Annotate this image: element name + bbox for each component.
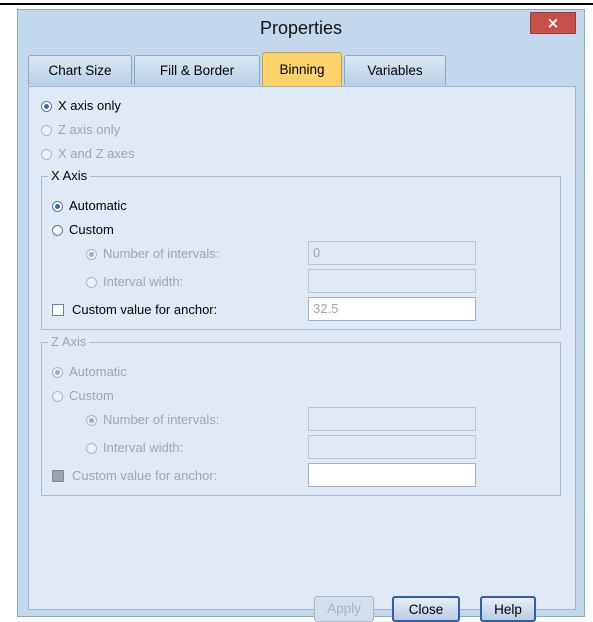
properties-dialog: Properties × Chart Size Fill & Border Bi… — [17, 9, 585, 622]
z-number-of-intervals-input — [308, 407, 476, 431]
help-button[interactable]: Help — [480, 596, 536, 622]
tab-variables[interactable]: Variables — [344, 55, 446, 85]
z-axis-group: Z Axis Automatic Custom Number of interv… — [41, 334, 561, 496]
z-anchor-label: Custom value for anchor: — [72, 468, 218, 483]
dialog-title: Properties — [259, 18, 343, 38]
x-anchor-input[interactable]: 32.5 — [308, 297, 476, 321]
radio-x-and-z-label: X and Z axes — [58, 146, 135, 161]
radio-button-icon — [52, 367, 63, 378]
x-interval-width-label: Interval width: — [103, 274, 184, 289]
radio-button-icon — [52, 225, 63, 236]
z-custom-label: Custom — [69, 388, 114, 403]
radio-x-number-of-intervals: Number of intervals: — [86, 245, 219, 263]
radio-button-icon — [86, 415, 97, 426]
x-anchor-label: Custom value for anchor: — [72, 302, 218, 317]
x-num-intervals-label: Number of intervals: — [103, 246, 220, 261]
radio-button-icon — [41, 149, 52, 160]
x-interval-width-input — [308, 269, 476, 293]
close-button[interactable]: Close — [392, 596, 460, 622]
z-axis-group-label: Z Axis — [48, 334, 90, 349]
tab-binning[interactable]: Binning — [262, 52, 342, 86]
radio-x-custom[interactable]: Custom — [52, 221, 114, 239]
binning-panel: X axis only Z axis only X and Z axes X A… — [28, 86, 576, 610]
radio-z-number-of-intervals: Number of intervals: — [86, 411, 219, 429]
x-custom-label: Custom — [69, 222, 114, 237]
x-axis-group: X Axis Automatic Custom Number of interv… — [41, 168, 561, 330]
radio-z-custom: Custom — [52, 387, 114, 405]
radio-button-icon — [86, 277, 97, 288]
radio-x-axis-only-label: X axis only — [58, 98, 121, 113]
z-custom-anchor-checkbox: Custom value for anchor: — [52, 467, 217, 485]
tab-chart-size[interactable]: Chart Size — [28, 55, 132, 85]
close-icon[interactable]: × — [530, 12, 576, 34]
radio-button-icon — [52, 201, 63, 212]
radio-x-interval-width: Interval width: — [86, 273, 183, 291]
radio-button-icon — [41, 101, 52, 112]
radio-x-and-z-axes: X and Z axes — [41, 145, 135, 163]
title-bar[interactable]: Properties × — [18, 10, 584, 50]
radio-button-icon — [86, 249, 97, 260]
z-interval-width-label: Interval width: — [103, 440, 184, 455]
apply-button[interactable]: Apply — [314, 596, 374, 622]
checkbox-icon — [52, 470, 64, 482]
top-divider-line — [0, 3, 593, 5]
z-num-intervals-label: Number of intervals: — [103, 412, 220, 427]
tab-fill-border[interactable]: Fill & Border — [134, 55, 260, 85]
radio-z-automatic: Automatic — [52, 363, 127, 381]
radio-button-icon — [86, 443, 97, 454]
z-interval-width-input — [308, 435, 476, 459]
x-axis-group-label: X Axis — [48, 168, 91, 183]
x-number-of-intervals-input: 0 — [308, 241, 476, 265]
radio-z-axis-only-label: Z axis only — [58, 122, 121, 137]
z-automatic-label: Automatic — [69, 364, 127, 379]
radio-button-icon — [52, 391, 63, 402]
z-anchor-input — [308, 463, 476, 487]
radio-button-icon — [41, 125, 52, 136]
radio-z-axis-only: Z axis only — [41, 121, 120, 139]
radio-x-axis-only[interactable]: X axis only — [41, 97, 121, 115]
x-custom-anchor-checkbox[interactable]: Custom value for anchor: — [52, 301, 217, 319]
radio-z-interval-width: Interval width: — [86, 439, 183, 457]
radio-x-automatic[interactable]: Automatic — [52, 197, 127, 215]
x-automatic-label: Automatic — [69, 198, 127, 213]
checkbox-icon — [52, 304, 64, 316]
